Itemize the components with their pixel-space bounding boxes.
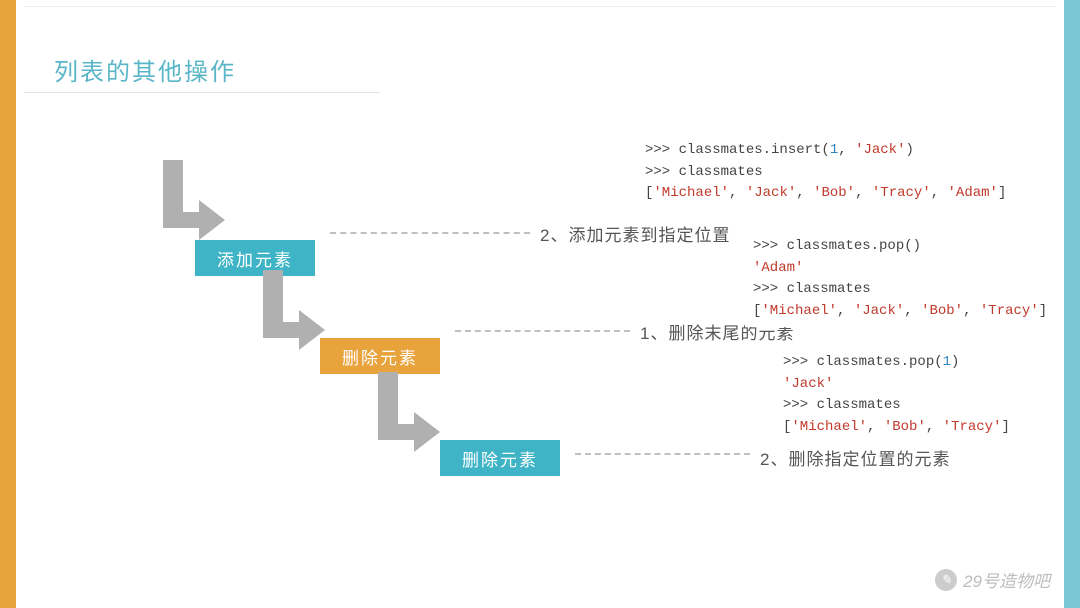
code-text: ) [905,142,913,158]
code-text: ) [951,354,959,370]
flow-badge-del2-label: 删除元素 [462,446,538,471]
top-rule [24,6,1056,7]
code-popi: >>> classmates.pop(1) 'Jack' >>> classma… [775,348,1018,443]
code-str: 'Jack' [746,185,796,201]
caption-1: 2、添加元素到指定位置 [540,221,730,246]
code-text: , [931,185,948,201]
code-text: >>> classmates.insert( [645,142,830,158]
code-str: 'Tracy' [872,185,931,201]
flow-arrow-1 [155,160,225,240]
title-underline [24,92,380,93]
flow-arrow-2 [255,270,325,350]
code-text: , [796,185,813,201]
watermark-text: 29号造物吧 [963,567,1050,592]
watermark: ✎ 29号造物吧 [935,567,1050,592]
code-text: , [837,303,854,319]
code-text: ] [1001,419,1009,435]
code-text: >>> classmates [645,162,1042,184]
code-str: 'Bob' [813,185,855,201]
code-str: 'Tracy' [980,303,1039,319]
flow-badge-del1: 删除元素 [320,338,440,374]
code-str: 'Michael' [761,303,837,319]
flow-badge-del1-label: 删除元素 [342,344,418,369]
code-str: 'Michael' [791,419,867,435]
code-text: >>> classmates.pop() [753,236,1047,258]
code-str: 'Adam' [948,185,998,201]
dash-line-2 [455,330,630,332]
code-str: 'Jack' [855,142,905,158]
code-text: , [867,419,884,435]
code-text: , [855,185,872,201]
page-title: 列表的其他操作 [54,52,236,87]
code-text: >>> classmates [783,395,1010,417]
code-str: 'Adam' [753,258,1047,280]
dash-line-1 [330,232,530,234]
wechat-icon: ✎ [935,569,957,591]
code-num: 1 [830,142,838,158]
caption-3: 2、删除指定位置的元素 [760,445,950,470]
code-text: , [904,303,921,319]
code-num: 1 [943,354,951,370]
code-text: , [963,303,980,319]
code-text: , [838,142,855,158]
code-str: 'Michael' [653,185,729,201]
code-text: ] [998,185,1006,201]
code-str: 'Jack' [854,303,904,319]
code-insert: >>> classmates.insert(1, 'Jack') >>> cla… [637,136,1050,209]
right-border [1064,0,1080,608]
code-str: 'Tracy' [943,419,1002,435]
code-str: 'Bob' [884,419,926,435]
flow-badge-del2: 删除元素 [440,440,560,476]
code-text: >>> classmates.pop( [783,354,943,370]
code-text: ] [1039,303,1047,319]
code-text: , [926,419,943,435]
code-str: 'Jack' [783,374,1010,396]
code-pop: >>> classmates.pop() 'Adam' >>> classmat… [745,232,1055,327]
code-text: , [729,185,746,201]
left-border [0,0,16,608]
flow-arrow-3 [370,372,440,452]
code-text: >>> classmates [753,279,1047,301]
code-str: 'Bob' [921,303,963,319]
flow-badge-add-label: 添加元素 [217,246,293,271]
dash-line-3 [575,453,750,455]
